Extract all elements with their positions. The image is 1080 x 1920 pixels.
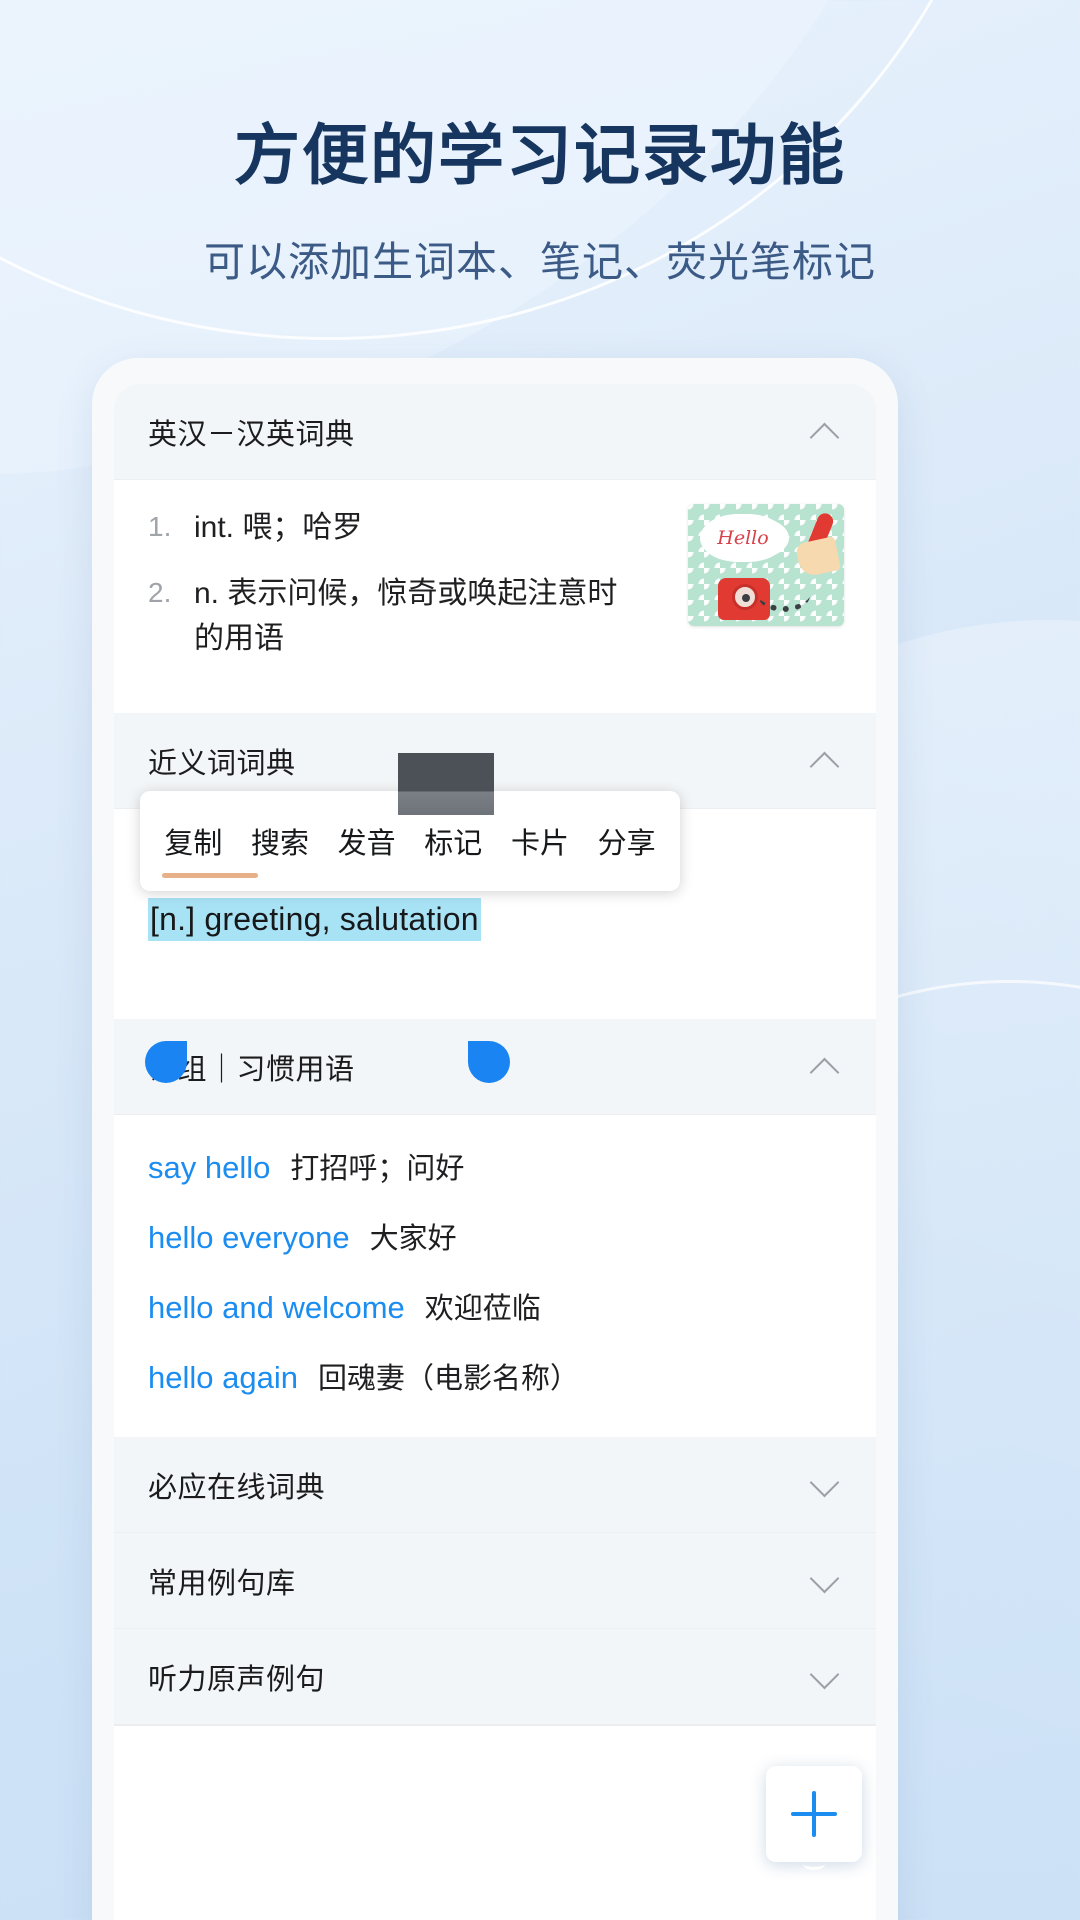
list-item[interactable]: say hello 打招呼；问好 bbox=[148, 1145, 842, 1187]
phrase-english[interactable]: hello and welcome bbox=[148, 1290, 405, 1326]
menu-item-mark[interactable]: 标记 bbox=[424, 820, 482, 862]
page-title: 方便的学习记录功能 bbox=[234, 118, 846, 192]
page-subtitle: 可以添加生词本、笔记、荧光笔标记 bbox=[204, 238, 876, 285]
speech-bubble-label: Hello bbox=[717, 527, 769, 549]
divider bbox=[114, 1725, 876, 1727]
hello-illustration-thumbnail[interactable]: Hello bbox=[688, 504, 844, 626]
chevron-up-icon-dictionary[interactable] bbox=[810, 417, 840, 447]
list-item: 2. n. 表示问候，惊奇或唤起注意时的用语 bbox=[148, 572, 618, 661]
section-title-synonyms: 近义词词典 bbox=[148, 747, 296, 780]
add-to-wordbook-button[interactable] bbox=[766, 1766, 862, 1870]
phrase-chinese: 大家好 bbox=[369, 1223, 457, 1256]
phrase-chinese: 打招呼；问好 bbox=[290, 1153, 465, 1186]
menu-item-share[interactable]: 分享 bbox=[598, 820, 656, 862]
phrase-english[interactable]: hello everyone bbox=[148, 1220, 350, 1256]
definition-text: n. 表示问候，惊奇或唤起注意时的用语 bbox=[194, 577, 618, 655]
list-item[interactable]: hello everyone 大家好 bbox=[148, 1215, 842, 1257]
section-header-listening[interactable]: 听力原声例句 bbox=[114, 1629, 876, 1726]
list-item[interactable]: hello and welcome 欢迎莅临 bbox=[148, 1285, 842, 1327]
fab-tail-indicator bbox=[803, 1858, 825, 1870]
menu-item-pronounce[interactable]: 发音 bbox=[338, 820, 396, 862]
speech-bubble-icon: Hello bbox=[700, 514, 786, 562]
menu-item-card[interactable]: 卡片 bbox=[511, 820, 569, 862]
selection-highlight: [n.] greeting, salutation bbox=[148, 898, 481, 942]
promo-headings: 方便的学习记录功能 可以添加生词本、笔记、荧光笔标记 bbox=[0, 0, 1080, 288]
section-title-listening: 听力原声例句 bbox=[148, 1663, 326, 1696]
section-title-dictionary: 英汉－汉英词典 bbox=[148, 418, 355, 451]
text-selection-context-menu[interactable]: 复制 搜索 发音 标记 卡片 分享 bbox=[140, 753, 680, 892]
list-item: 1. int. 喂；哈罗 bbox=[148, 506, 618, 550]
phrase-english[interactable]: say hello bbox=[148, 1150, 270, 1186]
chevron-up-icon-phrases[interactable] bbox=[810, 1052, 840, 1082]
phrase-chinese: 回魂妻（电影名称） bbox=[317, 1363, 579, 1396]
definition-text: int. 喂；哈罗 bbox=[194, 511, 363, 544]
section-body-synonyms: 复制 搜索 发音 标记 卡片 分享 [n.] greeting, salutat… bbox=[114, 753, 876, 1084]
chevron-down-icon-bing[interactable] bbox=[810, 1470, 840, 1500]
section-title-examples: 常用例句库 bbox=[148, 1567, 296, 1600]
chevron-down-icon-listening[interactable] bbox=[810, 1662, 840, 1692]
section-body-dictionary: 1. int. 喂；哈罗 2. n. 表示问候，惊奇或唤起注意时的用语 Hell… bbox=[114, 480, 876, 714]
phrase-english[interactable]: hello again bbox=[148, 1360, 298, 1396]
chevron-up-icon-synonyms[interactable] bbox=[810, 746, 840, 776]
list-item[interactable]: hello again 回魂妻（电影名称） bbox=[148, 1355, 842, 1397]
section-header-dictionary[interactable]: 英汉－汉英词典 bbox=[114, 384, 876, 480]
phone-dial-icon bbox=[732, 584, 758, 610]
menu-item-copy[interactable]: 复制 bbox=[164, 820, 222, 862]
selected-synonym-text[interactable]: [n.] greeting, salutation bbox=[145, 898, 510, 1084]
definition-number: 2. bbox=[148, 577, 172, 609]
phrase-chinese: 欢迎莅临 bbox=[424, 1293, 541, 1326]
phone-mockup: 英汉－汉英词典 1. int. 喂；哈罗 2. n. 表示问候，惊奇或唤起注意时… bbox=[92, 358, 898, 1920]
selection-handle-start[interactable] bbox=[145, 1041, 187, 1084]
app-screen: 英汉－汉英词典 1. int. 喂；哈罗 2. n. 表示问候，惊奇或唤起注意时… bbox=[114, 384, 876, 1920]
section-body-phrases: say hello 打招呼；问好 hello everyone 大家好 hell… bbox=[114, 1115, 876, 1438]
phone-cord-icon bbox=[758, 578, 810, 612]
plus-icon bbox=[791, 1791, 837, 1837]
selection-handle-end[interactable] bbox=[468, 1041, 510, 1084]
definition-list: 1. int. 喂；哈罗 2. n. 表示问候，惊奇或唤起注意时的用语 bbox=[148, 506, 618, 661]
menu-item-search[interactable]: 搜索 bbox=[251, 820, 309, 862]
chevron-down-icon-examples[interactable] bbox=[810, 1566, 840, 1596]
section-title-bing: 必应在线词典 bbox=[148, 1471, 326, 1504]
definition-number: 1. bbox=[148, 511, 172, 542]
section-header-bing[interactable]: 必应在线词典 bbox=[114, 1437, 876, 1534]
section-header-examples[interactable]: 常用例句库 bbox=[114, 1533, 876, 1630]
highlight-underline-indicator bbox=[162, 873, 258, 879]
